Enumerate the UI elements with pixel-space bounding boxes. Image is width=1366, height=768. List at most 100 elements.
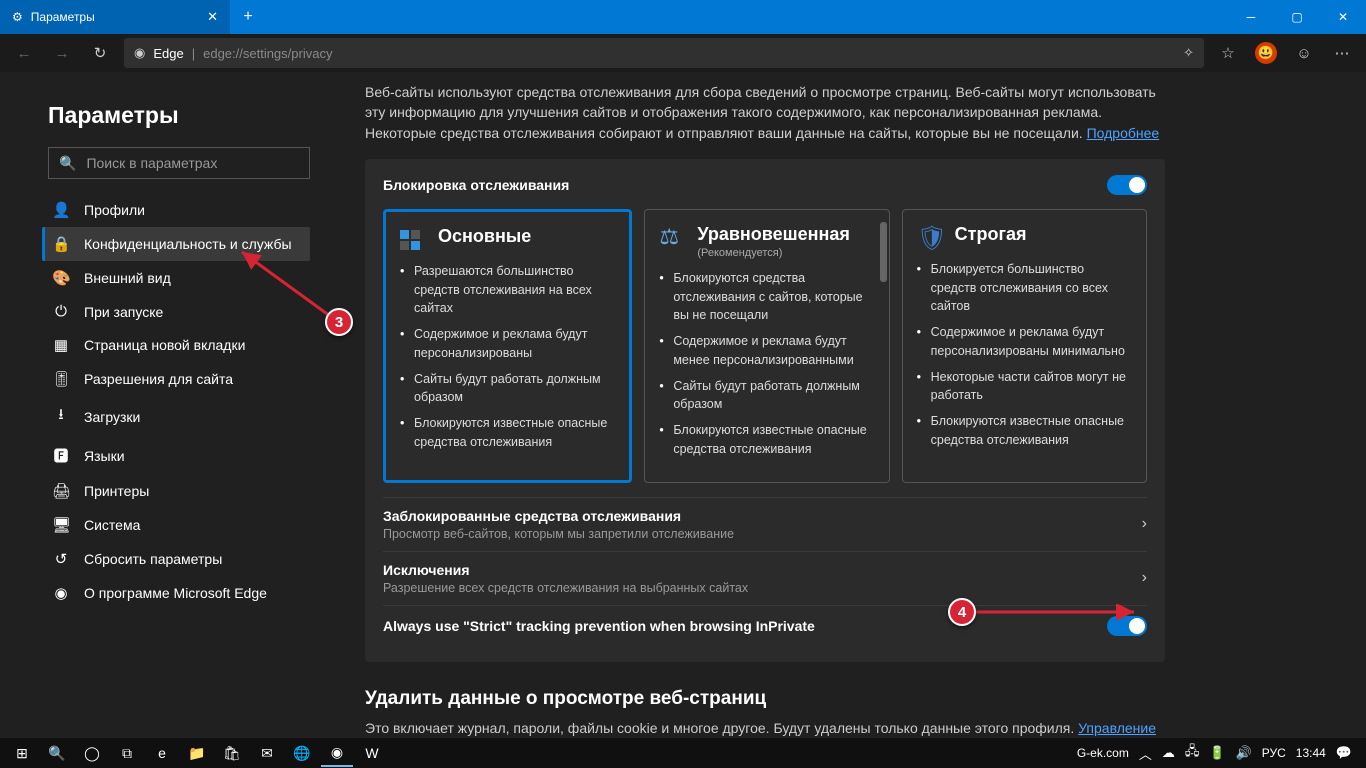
search-input[interactable]: 🔍 Поиск в параметрах — [48, 147, 310, 179]
search-icon: 🔍 — [59, 155, 76, 172]
strict-bullets: Блокируется большинство средств отслежив… — [917, 260, 1132, 450]
taskbar-mail[interactable]: ✉ — [251, 739, 283, 767]
reader-icon[interactable]: ✧ — [1183, 45, 1194, 61]
battery-icon[interactable]: 🔋 — [1209, 745, 1225, 761]
tune-icon: 🎚 — [52, 370, 70, 388]
clear-data-heading: Удалить данные о просмотре веб-страниц — [365, 688, 1326, 710]
manage-link[interactable]: Управление — [1078, 720, 1156, 736]
taskview-button[interactable]: ⧉ — [111, 739, 143, 767]
edge-logo-icon: ◉ — [134, 45, 145, 61]
settings-main: Веб-сайты используют средства отслеживан… — [345, 72, 1366, 738]
chevron-right-icon: › — [1142, 569, 1147, 587]
scrollbar-thumb[interactable] — [880, 222, 887, 282]
favorites-button[interactable]: ☆ — [1210, 37, 1246, 69]
blocked-trackers-row[interactable]: Заблокированные средства отслеживания Пр… — [383, 497, 1147, 551]
balanced-bullets: Блокируются средства отслеживания с сайт… — [659, 269, 874, 459]
grid-icon: ▦ — [52, 336, 70, 354]
paint-icon: 🎨 — [52, 269, 70, 287]
tracking-section: Блокировка отслеживания Основные Разреша… — [365, 159, 1165, 662]
scale-icon: ⚖ — [659, 224, 685, 250]
feedback-button[interactable]: ☺ — [1286, 37, 1322, 69]
tray-lang[interactable]: РУС — [1262, 746, 1286, 760]
clear-data-text: Это включает журнал, пароли, файлы cooki… — [365, 720, 1165, 736]
close-tab-icon[interactable]: ✕ — [207, 9, 218, 25]
chevron-up-icon[interactable]: ︿ — [1139, 744, 1152, 763]
tracking-card-basic[interactable]: Основные Разрешаются большинство средств… — [383, 209, 632, 483]
annotation-4: 4 — [948, 598, 976, 626]
start-button[interactable]: ⊞ — [6, 739, 38, 767]
sidebar-item-about[interactable]: ◉О программе Microsoft Edge — [42, 576, 310, 610]
chevron-right-icon: › — [1142, 515, 1147, 533]
system-tray: G-ek.com ︿ ☁ 🖧 🔋 🔊 РУС 13:44 💬 — [1077, 742, 1360, 764]
tracking-card-balanced[interactable]: ⚖ Уравновешенная (Рекомендуется) Блокиру… — [644, 209, 889, 483]
monitor-icon: 🖥 — [52, 516, 70, 534]
search-placeholder: Поиск в параметрах — [86, 155, 217, 171]
taskbar-edge-legacy[interactable]: e — [146, 739, 178, 767]
refresh-button[interactable]: ↻ — [82, 37, 118, 69]
taskbar-chrome[interactable]: 🌐 — [286, 739, 318, 767]
sidebar-item-privacy[interactable]: 🔒Конфиденциальность и службы — [42, 227, 310, 261]
taskbar-explorer[interactable]: 📁 — [181, 739, 213, 767]
language-icon: 🅵 — [52, 445, 70, 466]
sidebar-item-permissions[interactable]: 🎚Разрешения для сайта — [42, 362, 310, 396]
reset-icon: ↺ — [52, 550, 70, 568]
tracking-card-strict[interactable]: 🛡 Строгая Блокируется большинство средст… — [902, 209, 1147, 483]
cortana-button[interactable]: ◯ — [76, 739, 108, 767]
basic-bullets: Разрешаются большинство средств отслежив… — [400, 262, 615, 452]
close-window-button[interactable]: ✕ — [1320, 0, 1366, 34]
forward-button[interactable]: → — [44, 37, 80, 69]
tracking-toggle[interactable] — [1107, 175, 1147, 195]
basic-icon — [400, 226, 426, 252]
download-icon: ⭳ — [52, 404, 70, 429]
site-identity: Edge — [153, 46, 183, 61]
maximize-button[interactable]: ▢ — [1274, 0, 1320, 34]
new-tab-button[interactable]: + — [230, 0, 266, 34]
sidebar-item-profiles[interactable]: 👤Профили — [42, 193, 310, 227]
sidebar-item-newtab[interactable]: ▦Страница новой вкладки — [42, 328, 310, 362]
sidebar-item-startup[interactable]: ⏻При запуске — [42, 295, 310, 328]
gear-icon: ⚙ — [12, 10, 23, 24]
section-title: Блокировка отслеживания — [383, 177, 569, 193]
lock-icon: 🔒 — [52, 235, 70, 253]
strict-inprivate-row: Always use "Strict" tracking prevention … — [383, 605, 1147, 646]
exceptions-row[interactable]: Исключения Разрешение всех средств отсле… — [383, 551, 1147, 605]
page-title: Параметры — [48, 102, 321, 129]
browser-tab[interactable]: ⚙ Параметры ✕ — [0, 0, 230, 34]
shield-icon: 🛡 — [917, 224, 943, 250]
onedrive-icon[interactable]: ☁ — [1162, 745, 1175, 761]
taskbar-edge[interactable]: ◉ — [321, 739, 353, 767]
window-titlebar: ⚙ Параметры ✕ + ─ ▢ ✕ — [0, 0, 1366, 34]
tray-site: G-ek.com — [1077, 746, 1129, 760]
learn-more-link[interactable]: Подробнее — [1087, 125, 1160, 141]
network-icon[interactable]: 🖧 — [1185, 742, 1200, 764]
back-button[interactable]: ← — [6, 37, 42, 69]
strict-inprivate-toggle[interactable] — [1107, 616, 1147, 636]
annotation-3: 3 — [325, 308, 353, 336]
minimize-button[interactable]: ─ — [1228, 0, 1274, 34]
intro-text: Веб-сайты используют средства отслеживан… — [365, 82, 1175, 143]
taskbar-store[interactable]: 🛍 — [216, 739, 248, 767]
sidebar-item-appearance[interactable]: 🎨Внешний вид — [42, 261, 310, 295]
sidebar-item-system[interactable]: 🖥Система — [42, 508, 310, 542]
search-button[interactable]: 🔍 — [41, 739, 73, 767]
tray-clock[interactable]: 13:44 — [1296, 746, 1326, 760]
address-bar[interactable]: ◉ Edge | edge://settings/privacy ✧ — [124, 38, 1204, 68]
taskbar-word[interactable]: W — [356, 739, 388, 767]
profile-button[interactable]: 😃 — [1248, 37, 1284, 69]
url-text: edge://settings/privacy — [203, 46, 332, 61]
power-icon: ⏻ — [52, 303, 70, 320]
sidebar-item-downloads[interactable]: ⭳Загрузки — [42, 396, 310, 437]
sidebar-item-languages[interactable]: 🅵Языки — [42, 437, 310, 474]
notifications-icon[interactable]: 💬 — [1336, 745, 1352, 761]
edge-icon: ◉ — [52, 584, 70, 602]
settings-sidebar: Параметры 🔍 Поиск в параметрах 👤Профили … — [0, 72, 345, 738]
sidebar-item-printers[interactable]: 🖨Принтеры — [42, 474, 310, 508]
volume-icon[interactable]: 🔊 — [1236, 745, 1252, 761]
menu-button[interactable]: ⋯ — [1324, 37, 1360, 69]
window-controls: ─ ▢ ✕ — [1228, 0, 1366, 34]
browser-toolbar: ← → ↻ ◉ Edge | edge://settings/privacy ✧… — [0, 34, 1366, 72]
sidebar-item-reset[interactable]: ↺Сбросить параметры — [42, 542, 310, 576]
tab-title: Параметры — [31, 10, 95, 24]
printer-icon: 🖨 — [52, 482, 70, 500]
person-icon: 👤 — [52, 201, 70, 219]
